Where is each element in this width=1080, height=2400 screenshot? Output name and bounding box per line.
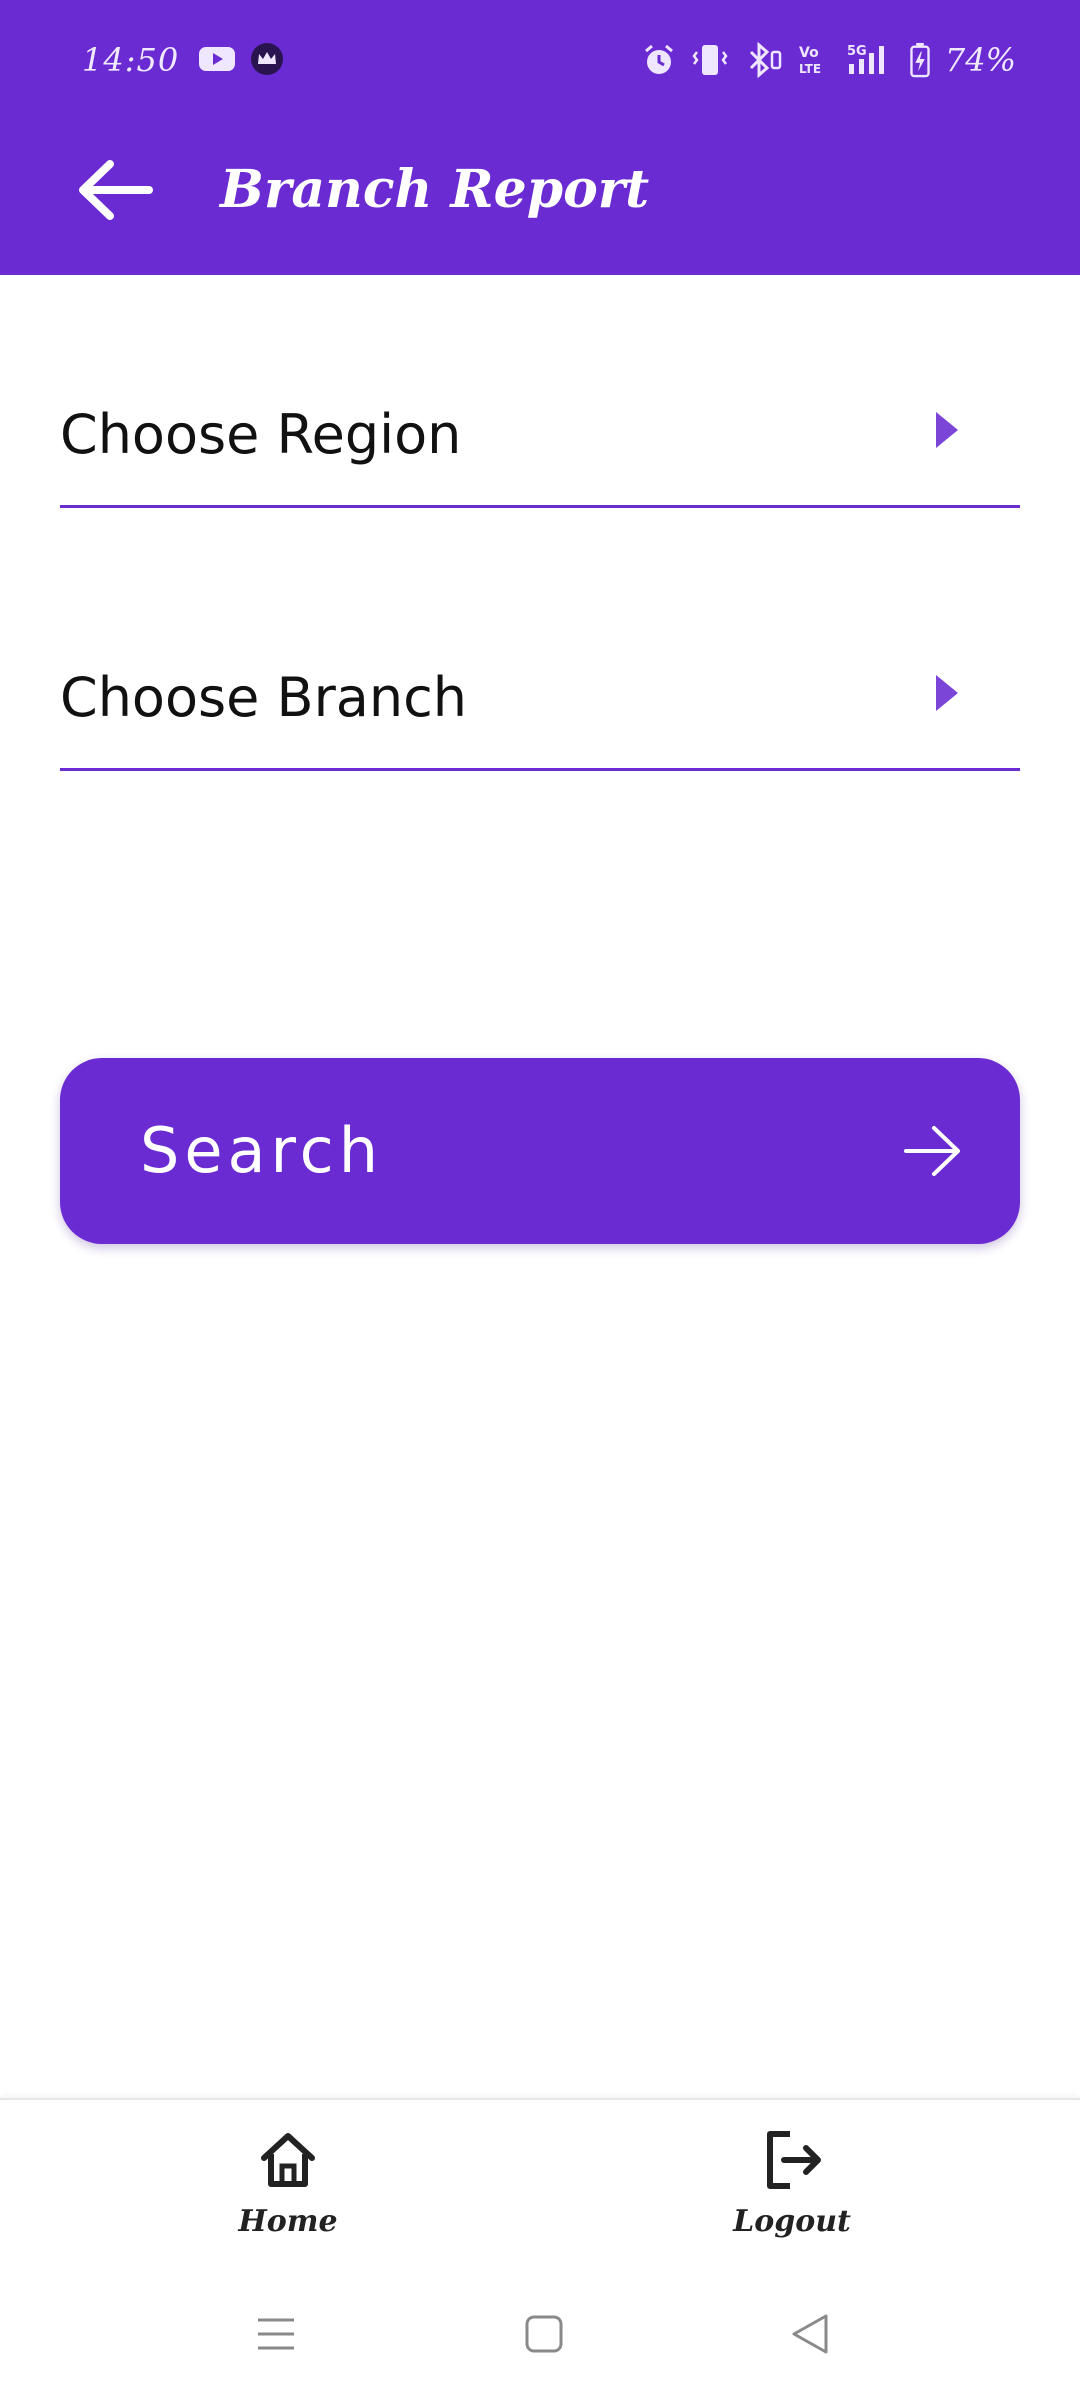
crown-app-icon [251,43,283,75]
app-bar: 14:50 Vo LTE 5G 74% Branch Report [0,0,1080,275]
bluetooth-icon [749,42,782,78]
logout-icon [767,2131,821,2189]
menu-icon[interactable] [252,2310,300,2358]
nav-logout-label: Logout [733,2204,851,2239]
alarm-icon [644,44,673,74]
5g-signal-icon: 5G [847,44,884,74]
nav-logout[interactable]: Logout [692,2128,892,2248]
choose-region-label: Choose Region [60,403,462,466]
page-title: Branch Report [220,159,650,220]
svg-text:Vo: Vo [799,45,819,61]
youtube-icon [199,47,235,71]
status-time: 14:50 [82,41,180,79]
nav-home[interactable]: Home [188,2128,388,2248]
arrow-left-icon [79,160,153,220]
home-square-icon[interactable] [520,2310,568,2358]
nav-home-label: Home [238,2204,338,2239]
vibrate-icon [692,45,728,75]
caret-right-icon [936,675,958,711]
volte-icon: Vo LTE [799,45,821,76]
bottom-navigation: Home Logout [0,2098,1080,2268]
status-icons: Vo LTE 5G 74% [641,38,1016,82]
svg-text:LTE: LTE [799,62,821,76]
battery-charging-icon [910,42,930,78]
back-button[interactable] [60,150,170,230]
search-button[interactable]: Search [60,1058,1020,1244]
arrow-right-icon [904,1126,960,1176]
system-navigation-bar [0,2268,1080,2400]
svg-text:5G: 5G [847,44,867,59]
home-icon [261,2133,315,2187]
choose-branch-dropdown[interactable]: Choose Branch [60,641,1020,771]
status-bar: 14:50 Vo LTE 5G 74% [0,0,1080,125]
battery-percentage: 74% [944,41,1016,79]
back-triangle-icon[interactable] [786,2310,834,2358]
choose-region-dropdown[interactable]: Choose Region [60,378,1020,508]
choose-branch-label: Choose Branch [60,666,468,729]
caret-right-icon [936,412,958,448]
search-button-label: Search [140,1114,384,1187]
